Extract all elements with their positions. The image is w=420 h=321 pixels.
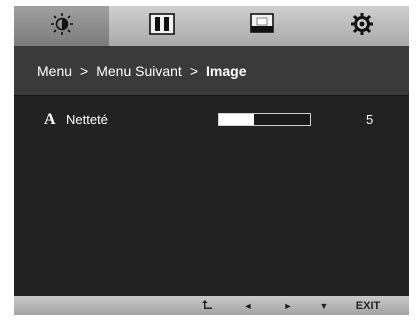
setting-label: Netteté (66, 112, 108, 127)
monitor-icon (247, 12, 277, 41)
tab-settings[interactable] (314, 6, 409, 46)
breadcrumb-separator: > (189, 62, 199, 79)
left-arrow-button[interactable]: ◄ (236, 296, 260, 315)
breadcrumb-item-menu: Menu (37, 62, 73, 79)
setting-row-sharpness[interactable]: A Netteté 5 (14, 107, 409, 131)
breadcrumb-item-next-menu: Menu Suivant (96, 62, 182, 79)
exit-button[interactable]: EXIT (348, 296, 388, 315)
breadcrumb-current-page: Image (206, 62, 247, 79)
setting-value: 5 (366, 112, 374, 127)
return-icon (201, 299, 213, 313)
control-bar: ◄ ► ▼ EXIT (14, 296, 409, 315)
sharpness-slider[interactable] (218, 113, 311, 126)
settings-panel: A Netteté 5 (14, 97, 409, 277)
tab-color[interactable] (114, 6, 209, 46)
settings-gear-icon (349, 11, 375, 42)
tab-display[interactable] (214, 6, 309, 46)
tab-picture[interactable] (14, 6, 109, 46)
brightness-icon (49, 12, 75, 41)
slider-fill (219, 114, 254, 125)
down-arrow-button[interactable]: ▼ (312, 296, 336, 315)
right-arrow-icon: ► (283, 300, 293, 311)
down-arrow-icon: ▼ (319, 300, 329, 311)
sharpness-icon: A (44, 111, 56, 128)
breadcrumb: Menu > Menu Suivant > Image (14, 46, 409, 96)
osd-menu: Menu > Menu Suivant > Image A Netteté 5 … (14, 6, 409, 315)
tab-bar (14, 6, 409, 46)
return-button[interactable] (194, 296, 220, 315)
left-arrow-icon: ◄ (243, 300, 253, 311)
right-arrow-button[interactable]: ► (276, 296, 300, 315)
breadcrumb-separator: > (80, 62, 89, 79)
contrast-icon (147, 12, 177, 41)
